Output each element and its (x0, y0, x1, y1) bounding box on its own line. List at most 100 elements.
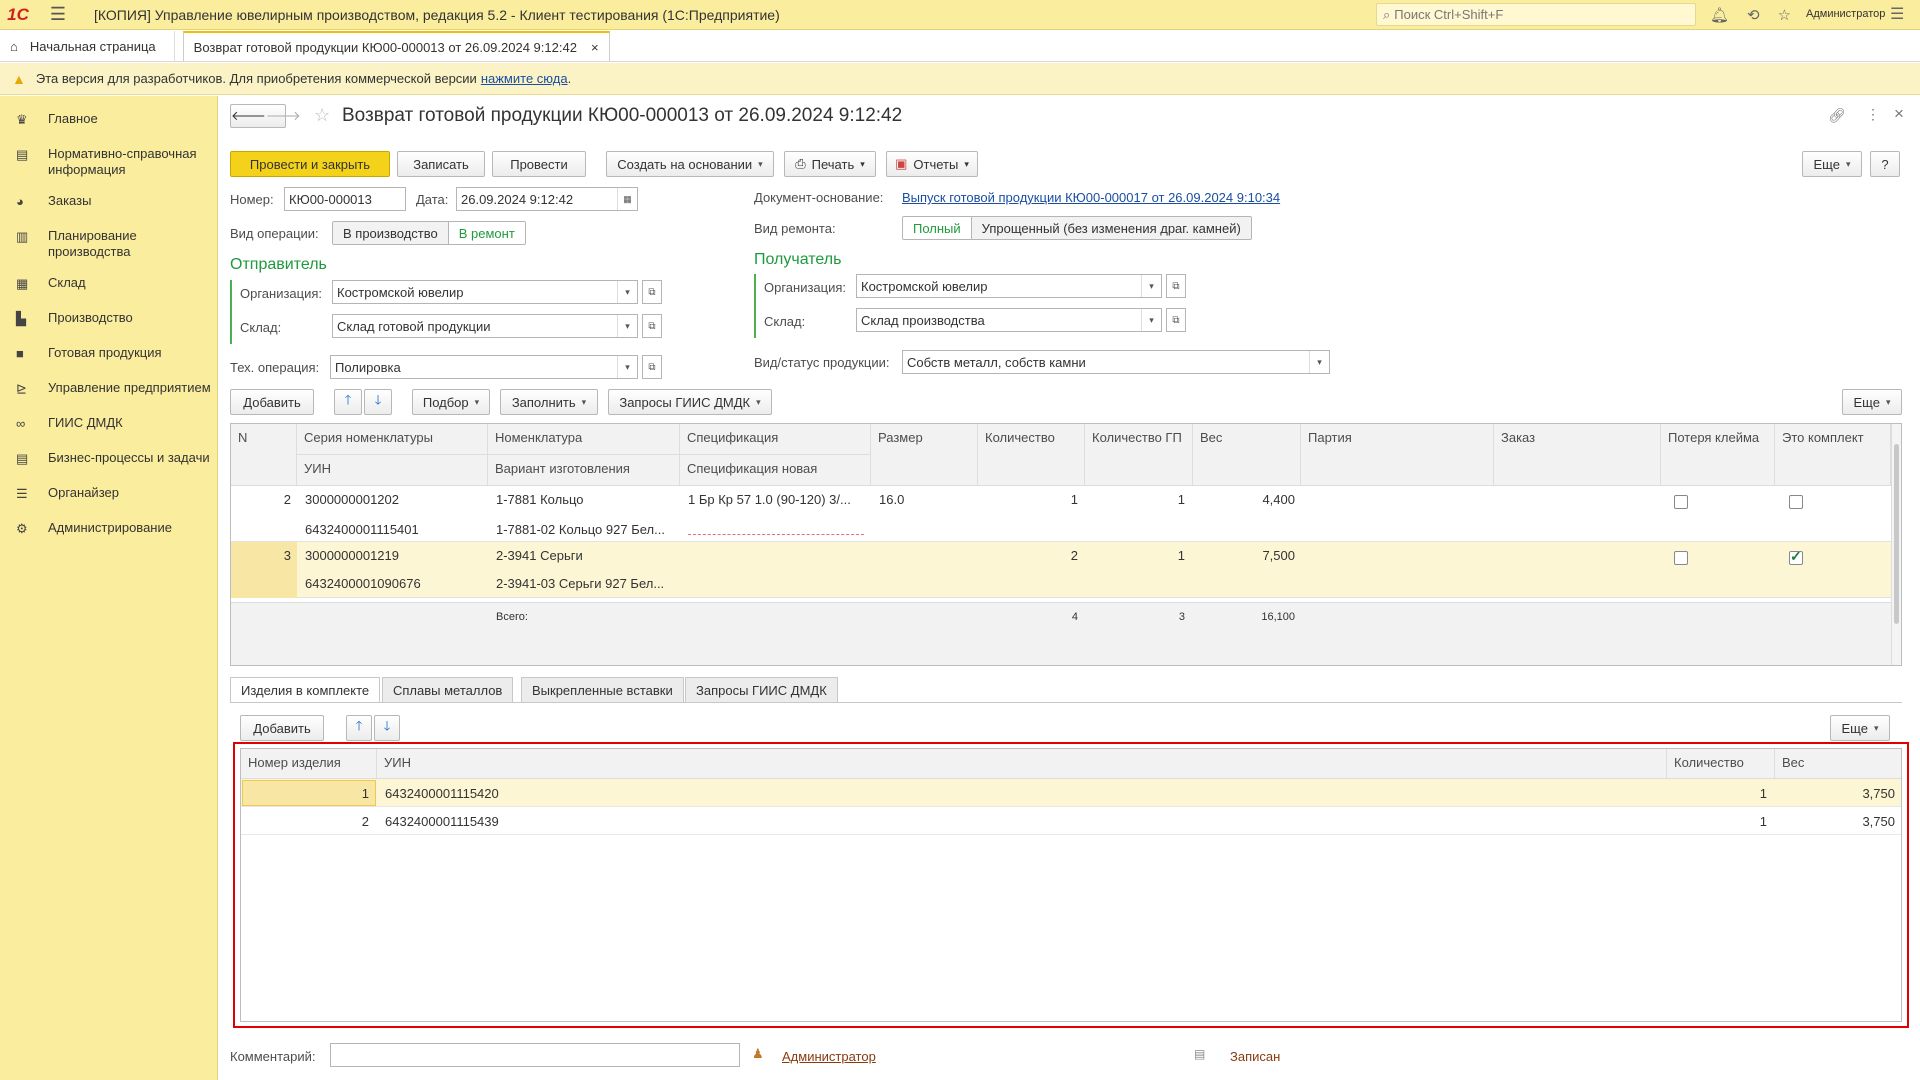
col-lost-mark[interactable]: Потеря клейма (1661, 424, 1775, 486)
author-link[interactable]: Администратор (782, 1049, 876, 1064)
tab-giis-requests[interactable]: Запросы ГИИС ДМДК (685, 677, 838, 703)
move-down-icon[interactable]: 🡓 (374, 715, 400, 741)
sidebar-item-admin[interactable]: ⚙ Администрирование (0, 520, 217, 540)
tab-document[interactable]: Возврат готовой продукции КЮ00-000013 от… (182, 31, 610, 61)
number-field[interactable]: КЮ00-000013 (284, 187, 406, 211)
date-field[interactable]: 26.09.2024 9:12:42 ▦ (456, 187, 638, 211)
is-set-checkbox[interactable] (1789, 495, 1803, 509)
sidebar-item-planning[interactable]: ▥ Планирование производства (0, 228, 217, 260)
add-row-button[interactable]: Добавить (230, 389, 314, 415)
is-set-checkbox[interactable] (1789, 548, 1803, 565)
receiver-wh-field[interactable]: Склад производства ▾ (856, 308, 1162, 332)
tab-metal-alloys[interactable]: Сплавы металлов (382, 677, 514, 703)
col-n[interactable]: N (231, 424, 297, 486)
open-receiver-org-icon[interactable]: ⧉ (1166, 274, 1186, 298)
buy-link[interactable]: нажмите сюда (481, 71, 568, 86)
table-row-selected[interactable]: 3 3000000001219 6432400001090676 2-3941 … (231, 542, 1891, 598)
global-search-input[interactable]: ⌕ Поиск Ctrl+Shift+F (1376, 3, 1696, 26)
move-down-icon[interactable]: 🡓 (364, 389, 392, 415)
tab-removed-inserts[interactable]: Выкрепленные вставки (521, 677, 684, 703)
fill-button[interactable]: Заполнить (500, 389, 598, 415)
table-more-button[interactable]: Еще (1842, 389, 1902, 415)
list-item[interactable]: 2 6432400001115439 1 3,750 (241, 807, 1901, 835)
col-batch[interactable]: Партия (1301, 424, 1494, 486)
main-menu-icon[interactable]: ☰ (1890, 4, 1904, 24)
chevron-down-icon[interactable]: ▾ (617, 315, 637, 337)
post-and-close-button[interactable]: Провести и закрыть (230, 151, 390, 177)
sidebar-item-production[interactable]: ▙ Производство (0, 310, 217, 330)
giis-requests-button[interactable]: Запросы ГИИС ДМДК (608, 389, 772, 415)
link-copy-icon[interactable]: 🔗︎ (1828, 107, 1846, 124)
lost-mark-checkbox[interactable] (1674, 551, 1688, 565)
sub-more-button[interactable]: Еще (1830, 715, 1890, 741)
col-variant[interactable]: Вариант изготовления (488, 455, 680, 486)
open-receiver-wh-icon[interactable]: ⧉ (1166, 308, 1186, 332)
comment-field[interactable] (330, 1043, 740, 1067)
repair-simplified[interactable]: Упрощенный (без изменения драг. камней) (970, 217, 1251, 239)
table-row[interactable]: 2 3000000001202 6432400001115401 1-7881 … (231, 486, 1891, 542)
col-order[interactable]: Заказ (1494, 424, 1661, 486)
create-based-on-button[interactable]: Создать на основании (606, 151, 774, 177)
col-nomenclature[interactable]: Номенклатура (488, 424, 680, 455)
sidebar-item-finished-goods[interactable]: ■ Готовая продукция (0, 345, 217, 365)
more-actions-icon[interactable]: ⋮ (1866, 106, 1880, 123)
col-item-qty[interactable]: Количество (1667, 749, 1775, 779)
open-sender-org-icon[interactable]: ⧉ (642, 280, 662, 304)
op-to-repair[interactable]: В ремонт (447, 222, 525, 244)
repair-full[interactable]: Полный (903, 217, 971, 239)
add-item-button[interactable]: Добавить (240, 715, 324, 741)
back-icon[interactable]: 🡐 (231, 108, 266, 124)
col-spec[interactable]: Спецификация (680, 424, 871, 455)
tab-home[interactable]: ⌂ Начальная страница (0, 31, 175, 61)
print-button[interactable]: ⎙ Печать ▾ (784, 151, 876, 177)
col-qty[interactable]: Количество (978, 424, 1085, 486)
receiver-org-field[interactable]: Костромской ювелир ▾ (856, 274, 1162, 298)
sidebar-item-reference[interactable]: ▤ Нормативно-справочная информация (0, 146, 217, 178)
col-item-number[interactable]: Номер изделия (241, 749, 377, 779)
move-up-icon[interactable]: 🡑 (334, 389, 362, 415)
history-icon[interactable]: ⟲ (1747, 6, 1760, 24)
sidebar-item-organizer[interactable]: ☰ Органайзер (0, 485, 217, 505)
col-series[interactable]: Серия номенклатуры (297, 424, 488, 455)
sidebar-item-warehouse[interactable]: ▦ Склад (0, 275, 217, 295)
more-button[interactable]: Еще (1802, 151, 1862, 177)
col-spec-new[interactable]: Спецификация новая (680, 455, 871, 486)
op-to-production[interactable]: В производство (333, 222, 448, 244)
tab-set-items[interactable]: Изделия в комплекте (230, 677, 381, 703)
open-tech-op-icon[interactable]: ⧉ (642, 355, 662, 379)
chevron-down-icon[interactable]: ▾ (1141, 275, 1161, 297)
select-button[interactable]: Подбор (412, 389, 490, 415)
chevron-down-icon[interactable]: ▾ (617, 356, 637, 378)
sender-org-field[interactable]: Костромской ювелир ▾ (332, 280, 638, 304)
col-item-uin[interactable]: УИН (377, 749, 1667, 779)
chevron-down-icon[interactable]: ▾ (1309, 351, 1329, 373)
col-weight[interactable]: Вес (1193, 424, 1301, 486)
close-form-icon[interactable]: × (1894, 104, 1904, 124)
bell-icon[interactable]: 🔔︎ (1710, 6, 1729, 24)
reports-button[interactable]: ▣ Отчеты ▾ (886, 151, 978, 177)
chevron-down-icon[interactable]: ▾ (1141, 309, 1161, 331)
calendar-icon[interactable]: ▦ (617, 188, 637, 210)
sidebar-item-orders[interactable]: ◕ Заказы (0, 193, 217, 213)
open-sender-wh-icon[interactable]: ⧉ (642, 314, 662, 338)
sidebar-item-main[interactable]: ♛ Главное (0, 111, 217, 131)
chevron-down-icon[interactable]: ▾ (617, 281, 637, 303)
move-up-icon[interactable]: 🡑 (346, 715, 372, 741)
col-item-weight[interactable]: Вес (1775, 749, 1901, 779)
col-size[interactable]: Размер (871, 424, 978, 486)
post-button[interactable]: Провести (492, 151, 586, 177)
sidebar-item-giis[interactable]: ∞ ГИИС ДМДК (0, 415, 217, 435)
tech-op-field[interactable]: Полировка ▾ (330, 355, 638, 379)
table-scrollbar[interactable] (1891, 424, 1901, 665)
sender-wh-field[interactable]: Склад готовой продукции ▾ (332, 314, 638, 338)
save-button[interactable]: Записать (397, 151, 485, 177)
help-button[interactable]: ? (1870, 151, 1900, 177)
col-uin[interactable]: УИН (297, 455, 488, 486)
close-tab-icon[interactable]: × (591, 40, 599, 55)
col-is-set[interactable]: Это комплект (1775, 424, 1891, 486)
current-user[interactable]: Администратор (1806, 8, 1885, 20)
forward-icon[interactable]: 🡒 (266, 108, 301, 124)
sidebar-item-management[interactable]: ⊵ Управление предприятием (0, 380, 217, 400)
menu-icon[interactable]: ☰ (46, 4, 70, 25)
lost-mark-checkbox[interactable] (1674, 495, 1688, 509)
